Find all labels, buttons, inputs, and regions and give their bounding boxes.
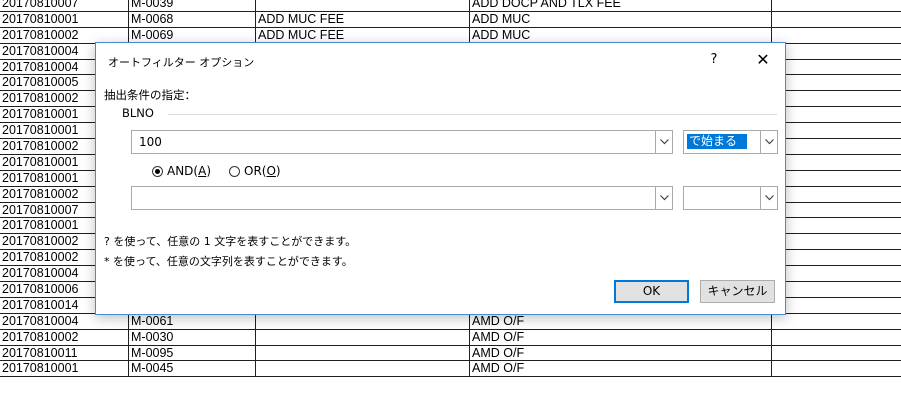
table-cell[interactable] [256, 329, 470, 345]
table-cell[interactable]: AMD O/F [470, 329, 772, 345]
table-cell[interactable]: 20170810001 [0, 361, 129, 377]
wildcard-note-asterisk: * を使って、任意の文字列を表すことができます。 [104, 255, 353, 268]
table-cell[interactable] [772, 60, 901, 75]
table-cell[interactable] [772, 91, 901, 106]
table-cell[interactable] [256, 345, 470, 361]
table-cell[interactable] [772, 330, 901, 345]
table-cell[interactable]: M-0068 [129, 11, 256, 27]
table-cell[interactable] [772, 75, 901, 90]
table-cell[interactable]: 20170810002 [0, 27, 129, 43]
table-cell[interactable] [772, 282, 901, 297]
table-cell[interactable] [772, 0, 901, 11]
table-cell[interactable] [772, 155, 901, 170]
table-cell[interactable]: ADD MUC FEE [256, 11, 470, 27]
table-row: 20170810007 M-0039 ADD DOCP AND TLX FEE [0, 0, 901, 12]
condition2-operator-combo[interactable] [683, 186, 778, 210]
table-cell[interactable]: M-0039 [129, 0, 256, 11]
criteria-label: 抽出条件の指定： [104, 88, 196, 102]
close-button[interactable]: ✕ [748, 49, 778, 71]
or-close-paren: ) [275, 164, 281, 178]
and-radio-label: AND(A) [167, 164, 211, 178]
field-name-label: BLNO [122, 106, 154, 120]
table-cell[interactable]: 20170810001 [0, 11, 129, 27]
table-cell[interactable] [256, 0, 470, 11]
dialog-title: オートフィルター オプション [108, 56, 255, 69]
table-cell[interactable] [772, 234, 901, 249]
table-cell[interactable] [772, 314, 901, 329]
table-cell[interactable] [772, 203, 901, 218]
table-cell[interactable]: AMD O/F [470, 313, 772, 329]
chevron-down-icon[interactable] [655, 187, 672, 209]
and-label-text: AND( [167, 164, 199, 178]
table-cell[interactable]: AMD O/F [470, 361, 772, 377]
dialog-titlebar: オートフィルター オプション ? ✕ [96, 43, 785, 77]
table-cell[interactable]: 20170810011 [0, 345, 129, 361]
table-row: 20170810001 M-0068 ADD MUC FEE ADD MUC [0, 11, 901, 28]
cancel-button[interactable]: キャンセル [700, 280, 775, 303]
table-cell[interactable]: ADD DOCP AND TLX FEE [470, 0, 772, 11]
table-cell[interactable] [772, 187, 901, 202]
condition1-value-combo[interactable]: 100 [131, 130, 673, 154]
table-cell[interactable] [772, 28, 901, 43]
table-cell[interactable] [772, 107, 901, 122]
table-cell[interactable]: M-0061 [129, 313, 256, 329]
table-cell[interactable]: M-0030 [129, 329, 256, 345]
help-button[interactable]: ? [700, 49, 728, 71]
table-cell[interactable]: ADD MUC [470, 11, 772, 27]
and-radio[interactable]: AND(A) [152, 163, 211, 179]
table-row: 20170810004 M-0061 AMD O/F [0, 313, 901, 330]
table-cell[interactable]: M-0045 [129, 361, 256, 377]
table-cell[interactable] [772, 266, 901, 281]
condition1-value[interactable]: 100 [139, 131, 162, 153]
table-row: 20170810001 M-0045 AMD O/F [0, 361, 901, 378]
table-cell[interactable]: AMD O/F [470, 345, 772, 361]
table-cell[interactable] [772, 12, 901, 27]
or-radio[interactable]: OR(O) [229, 163, 281, 179]
table-cell[interactable] [256, 313, 470, 329]
table-cell[interactable] [772, 218, 901, 233]
condition2-value-combo[interactable] [131, 186, 673, 210]
separator-line [168, 114, 777, 115]
table-cell[interactable] [772, 346, 901, 361]
ok-button[interactable]: OK [614, 280, 689, 303]
table-cell[interactable] [256, 361, 470, 377]
chevron-down-icon[interactable] [655, 131, 672, 153]
table-cell[interactable] [772, 298, 901, 313]
condition1-operator-combo[interactable]: で始まる [683, 130, 778, 154]
or-label-text: OR( [244, 164, 267, 178]
radio-checked-icon[interactable] [152, 165, 163, 177]
table-row: 20170810002 M-0030 AMD O/F [0, 329, 901, 346]
table-cell[interactable] [772, 250, 901, 265]
chevron-down-icon[interactable] [760, 187, 777, 209]
autofilter-options-dialog: オートフィルター オプション ? ✕ 抽出条件の指定： BLNO 100 で始ま… [95, 42, 786, 315]
table-cell[interactable]: ADD MUC FEE [256, 27, 470, 43]
table-cell[interactable] [772, 171, 901, 186]
condition1-operator[interactable]: で始まる [687, 134, 748, 149]
or-access-key: O [266, 164, 276, 178]
radio-unchecked-icon[interactable] [229, 165, 240, 177]
table-cell[interactable] [772, 139, 901, 154]
table-row: 20170810011 M-0095 AMD O/F [0, 345, 901, 362]
table-cell[interactable]: M-0069 [129, 27, 256, 43]
table-cell[interactable]: 20170810007 [0, 0, 129, 11]
table-cell[interactable]: 20170810004 [0, 313, 129, 329]
table-cell[interactable] [772, 44, 901, 59]
table-cell[interactable] [772, 123, 901, 138]
and-close-paren: ) [206, 164, 212, 178]
table-cell[interactable]: 20170810002 [0, 329, 129, 345]
table-cell[interactable]: ADD MUC [470, 27, 772, 43]
wildcard-note-question: ? を使って、任意の 1 文字を表すことができます。 [104, 235, 357, 248]
or-radio-label: OR(O) [244, 164, 281, 178]
table-cell[interactable]: M-0095 [129, 345, 256, 361]
chevron-down-icon[interactable] [760, 131, 777, 153]
table-cell[interactable] [772, 361, 901, 376]
